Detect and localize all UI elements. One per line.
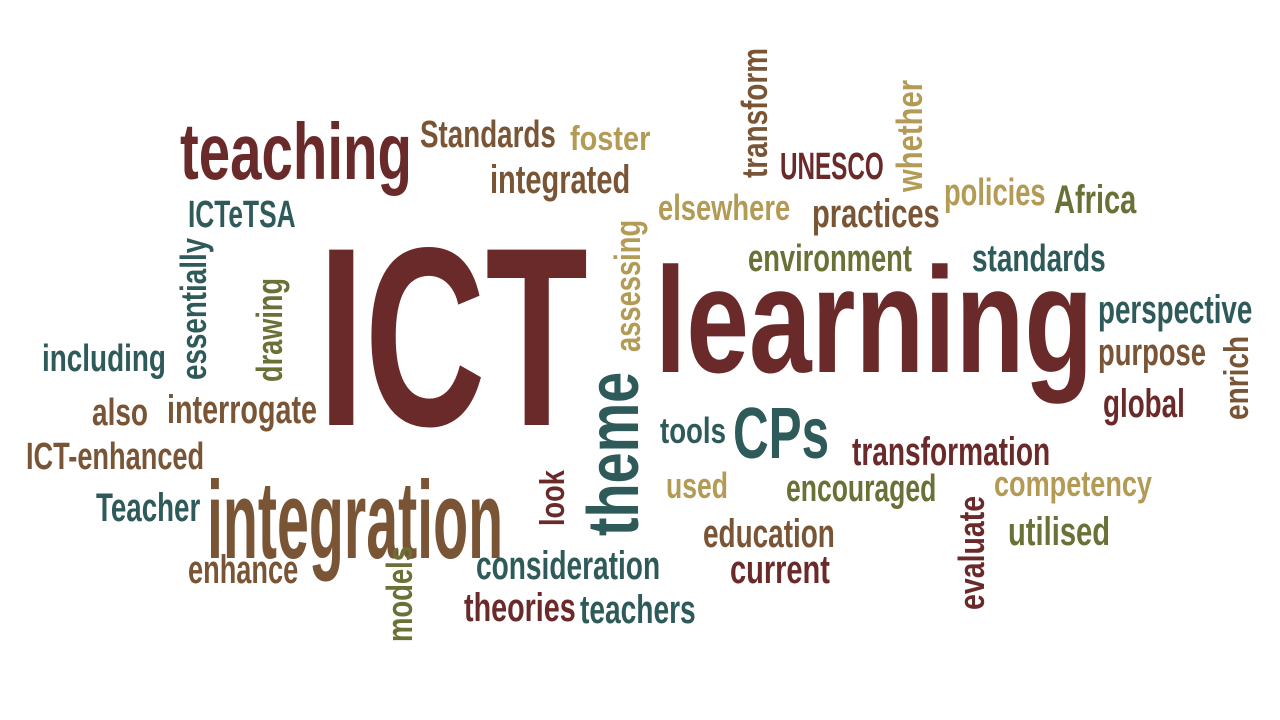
word-teachers: teachers <box>580 588 696 632</box>
word-cloud: ICT learning teaching integration theme … <box>0 0 1280 720</box>
word-foster: foster <box>570 120 651 158</box>
word-including: including <box>42 338 166 380</box>
word-practices: practices <box>812 192 940 236</box>
word-policies: policies <box>944 172 1046 214</box>
word-look: look <box>534 470 572 526</box>
word-ict-enhanced: ICT-enhanced <box>26 436 205 478</box>
word-elsewhere: elsewhere <box>658 187 791 228</box>
word-current: current <box>730 548 830 592</box>
word-cps: CPs <box>733 394 830 474</box>
word-teaching: teaching <box>180 107 412 196</box>
word-utilised: utilised <box>1008 510 1111 554</box>
word-evaluate: evaluate <box>951 495 992 610</box>
word-models: models <box>379 545 420 642</box>
word-drawing: drawing <box>249 277 290 382</box>
word-environment: environment <box>748 238 912 280</box>
word-assessing: assessing <box>607 219 648 352</box>
word-unesco: UNESCO <box>780 146 884 188</box>
word-also: also <box>92 392 149 434</box>
word-ictetsa: ICTeTSA <box>188 194 296 236</box>
word-standards-upper: Standards <box>420 114 556 156</box>
word-enhance: enhance <box>188 548 299 592</box>
word-whether: whether <box>889 79 930 192</box>
word-teacher: Teacher <box>96 486 201 530</box>
word-perspective: perspective <box>1098 288 1253 332</box>
word-integrated: integrated <box>490 158 631 202</box>
word-purpose: purpose <box>1098 332 1206 374</box>
word-africa: Africa <box>1054 178 1137 222</box>
word-theories: theories <box>464 586 576 630</box>
word-competency: competency <box>994 463 1152 504</box>
word-theme: theme <box>574 371 654 536</box>
word-ict: ICT <box>318 195 588 480</box>
word-interrogate: interrogate <box>167 388 318 432</box>
word-transform: transform <box>734 47 775 178</box>
word-encouraged: encouraged <box>786 468 937 510</box>
word-used: used <box>666 465 729 506</box>
word-enrich: enrich <box>1218 335 1256 420</box>
word-standards: standards <box>972 238 1106 280</box>
word-tools: tools <box>660 410 726 451</box>
word-essentially: essentially <box>173 237 214 380</box>
word-global: global <box>1103 382 1185 426</box>
word-consideration: consideration <box>476 544 661 588</box>
